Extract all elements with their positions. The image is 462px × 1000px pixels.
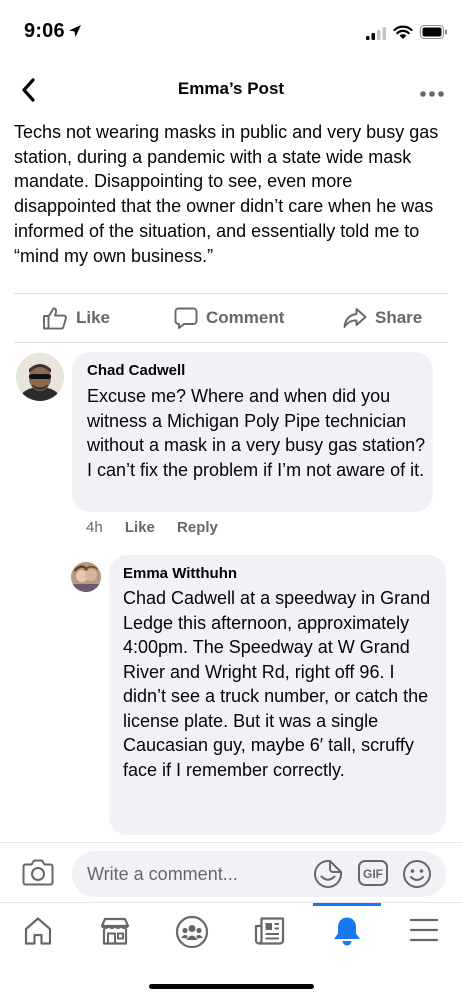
marketplace-icon — [100, 917, 130, 945]
gif-icon: GIF — [358, 860, 388, 886]
comment-like-link[interactable]: Like — [125, 519, 155, 536]
comment-label: Comment — [206, 308, 285, 327]
comment-reply-link[interactable]: Reply — [177, 519, 218, 536]
comment-text: Excuse me? Where and when did you witnes… — [87, 386, 426, 480]
share-arrow-icon — [343, 308, 367, 328]
comment-button[interactable]: Comment — [174, 306, 284, 330]
comment-input[interactable] — [72, 851, 446, 897]
more-options-button[interactable] — [418, 86, 446, 97]
comment-author[interactable]: Emma Witthuhn — [123, 565, 237, 582]
battery-icon — [420, 25, 447, 39]
avatar[interactable] — [71, 562, 101, 592]
tab-news[interactable] — [250, 915, 290, 951]
like-label: Like — [76, 308, 111, 327]
divider — [14, 293, 448, 294]
profile-photo-icon — [16, 353, 64, 401]
smiley-icon — [403, 860, 431, 888]
home-icon — [24, 917, 52, 945]
tab-groups[interactable] — [172, 915, 212, 951]
tab-home[interactable] — [18, 915, 58, 951]
post-text: Techs not wearing masks in public and ve… — [14, 122, 439, 266]
post-header: Emma’s Post — [0, 66, 462, 114]
divider — [14, 342, 448, 343]
tab-menu[interactable] — [404, 915, 444, 951]
share-button[interactable]: Share — [343, 306, 422, 330]
tab-marketplace[interactable] — [95, 915, 135, 951]
groups-icon — [175, 915, 209, 949]
comment-meta: 4h Like Reply — [86, 519, 218, 536]
location-arrow-icon — [69, 25, 81, 37]
menu-icon — [409, 918, 439, 942]
comment-bubble-icon — [174, 307, 198, 329]
status-time: 9:06 — [24, 20, 65, 42]
status-bar: 9:06 — [0, 0, 462, 66]
post-actions: Like Comment Share — [0, 298, 462, 342]
home-indicator[interactable] — [149, 984, 314, 989]
like-button[interactable]: Like — [42, 306, 110, 330]
active-tab-indicator — [313, 903, 381, 906]
gif-button[interactable]: GIF — [358, 860, 388, 891]
news-icon — [254, 917, 285, 945]
avatar[interactable] — [16, 353, 64, 401]
comment-timestamp: 4h — [86, 519, 103, 536]
gif-label: GIF — [363, 867, 383, 881]
sticker-button[interactable] — [313, 859, 343, 894]
page-title: Emma’s Post — [177, 79, 285, 98]
reply-bubble[interactable]: Emma Witthuhn Chad Cadwell at a speedway… — [109, 555, 446, 835]
cellular-signal-icon — [366, 27, 386, 40]
comment-author[interactable]: Chad Cadwell — [87, 362, 185, 379]
wifi-icon — [393, 25, 413, 39]
profile-photo-icon — [71, 562, 101, 592]
camera-button[interactable] — [22, 858, 54, 891]
tab-notifications[interactable] — [327, 915, 367, 951]
emoji-button[interactable] — [402, 859, 432, 894]
camera-icon — [22, 859, 54, 886]
sticker-icon — [314, 860, 342, 888]
comment-bubble[interactable]: Chad Cadwell Excuse me? Where and when d… — [72, 352, 433, 512]
more-dots-icon — [420, 91, 444, 97]
share-label: Share — [375, 308, 423, 327]
thumbs-up-icon — [43, 307, 67, 330]
comment-text: Chad Cadwell at a speedway in Grand Ledg… — [123, 588, 431, 780]
comment-composer: GIF — [0, 842, 462, 902]
bell-icon — [334, 917, 360, 946]
